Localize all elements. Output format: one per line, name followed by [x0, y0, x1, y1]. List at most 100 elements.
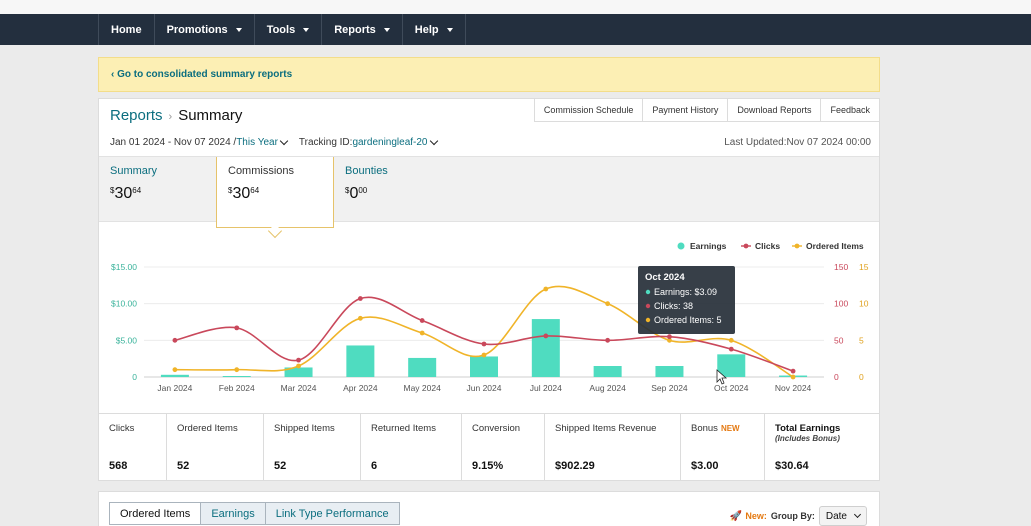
tab-bounties[interactable]: Bounties $000	[334, 157, 444, 223]
x-axis-label: Apr 2024	[343, 383, 378, 393]
tab-link-type-performance[interactable]: Link Type Performance	[265, 502, 400, 525]
stat-label: Clicks	[109, 423, 135, 434]
legend-clicks-marker	[743, 243, 749, 249]
group-by-value: Date	[825, 510, 847, 522]
tab-commissions[interactable]: Commissions $3064	[216, 157, 334, 228]
window-top-strip	[0, 0, 1031, 14]
tooltip-line: Earnings: $3.09	[654, 287, 717, 297]
chevron-down-icon	[853, 510, 862, 519]
ordered-items-point	[296, 363, 301, 369]
stat-value: $3.00	[691, 460, 719, 472]
y-right-clicks-tick: 50	[834, 335, 844, 345]
stat-total-earnings: Total Earnings (Includes Bonus) $30.64	[765, 414, 877, 481]
stat-conversion: Conversion 9.15%	[462, 414, 545, 481]
y-right-clicks-tick: 0	[834, 372, 839, 382]
x-axis-label: Oct 2024	[714, 383, 749, 393]
nav-tools-label: Tools	[266, 23, 296, 36]
stat-shipped-items-revenue: Shipped Items Revenue $902.29	[545, 414, 681, 481]
nav-promotions-label: Promotions	[166, 23, 228, 36]
nav-reports[interactable]: Reports	[321, 14, 402, 45]
stat-label: Shipped Items Revenue	[555, 423, 657, 434]
y-right-ordered-tick: 15	[859, 262, 869, 272]
stat-label: Ordered Items	[177, 423, 238, 434]
tab-summary-value: $3064	[110, 185, 142, 202]
earnings-bar	[593, 366, 622, 377]
y-left-tick: 0	[132, 372, 137, 382]
new-badge: NEW	[720, 424, 740, 433]
top-navigation: Home Promotions Tools Reports Help	[0, 14, 1031, 45]
group-by-control: 🚀 New: Group By: Date	[730, 506, 867, 526]
nav-home[interactable]: Home	[98, 14, 154, 45]
report-table-card: Ordered Items Earnings Link Type Perform…	[98, 491, 880, 526]
nav-tools[interactable]: Tools	[253, 14, 322, 45]
ordered-items-point	[728, 337, 734, 343]
clicks-point	[234, 325, 240, 331]
breadcrumb-separator: ›	[168, 111, 173, 123]
tab-bounties-value: $000	[345, 185, 368, 202]
earnings-bar	[470, 356, 498, 377]
last-updated: Last Updated:Nov 07 2024 00:00	[724, 137, 871, 148]
ordered-items-point	[790, 374, 796, 380]
ordered-items-point	[357, 315, 363, 321]
tab-earnings[interactable]: Earnings	[201, 502, 266, 525]
commission-schedule-link[interactable]: Commission Schedule	[533, 98, 643, 122]
clicks-point	[790, 368, 796, 374]
breadcrumb-reports-link[interactable]: Reports	[110, 107, 163, 124]
consolidated-summary-link[interactable]: ‹ Go to consolidated summary reports	[111, 69, 292, 80]
tab-summary[interactable]: Summary $3064	[99, 157, 216, 223]
ordered-items-point	[481, 352, 487, 358]
nav-home-label: Home	[111, 23, 142, 36]
y-left-tick: $10.00	[111, 299, 137, 309]
clicks-point	[543, 333, 549, 339]
new-label: New:	[745, 511, 767, 521]
x-axis-label: Jun 2024	[467, 383, 502, 393]
x-axis-label: Aug 2024	[589, 383, 626, 393]
ordered-items-point	[605, 301, 611, 307]
stat-value: $30.64	[775, 460, 809, 472]
chevron-down-icon[interactable]	[279, 136, 289, 146]
stat-label: Conversion	[472, 423, 521, 434]
caret-down-icon	[235, 27, 242, 32]
stat-shipped-items: Shipped Items 52	[264, 414, 361, 481]
stat-label: Bonus NEW	[691, 423, 740, 434]
legend-earnings-marker	[677, 242, 685, 250]
chevron-down-icon[interactable]	[429, 136, 438, 146]
tooltip-line: Ordered Items: 5	[654, 315, 722, 325]
nav-help[interactable]: Help	[401, 14, 466, 45]
payment-history-link[interactable]: Payment History	[642, 98, 728, 122]
earnings-chart: $15.00$10.00$5.000150100500151050Jan 202…	[111, 241, 869, 393]
stat-label: Total Earnings	[775, 423, 841, 434]
tracking-id-selector[interactable]: gardeningleaf-20	[352, 137, 427, 148]
caret-down-icon	[446, 27, 453, 32]
stat-value: 9.15%	[472, 460, 504, 472]
tracking-label: Tracking ID:	[298, 137, 353, 148]
clicks-point	[728, 346, 734, 352]
y-right-clicks-tick: 100	[834, 299, 848, 309]
clicks-point	[481, 341, 487, 347]
filter-row: Jan 01 2024 - Nov 07 2024 / This Year Tr…	[110, 136, 443, 148]
download-reports-link[interactable]: Download Reports	[727, 98, 821, 122]
y-right-ordered-tick: 10	[859, 299, 869, 309]
group-by-select[interactable]: Date	[818, 506, 867, 526]
rocket-icon: 🚀	[729, 510, 743, 522]
tab-ordered-items[interactable]: Ordered Items	[109, 502, 202, 525]
earnings-bar	[160, 374, 189, 377]
x-axis-label: Feb 2024	[219, 383, 255, 393]
ordered-items-point	[419, 330, 425, 336]
stat-returned-items: Returned Items 6	[361, 414, 462, 481]
caret-down-icon	[303, 27, 310, 32]
feedback-link[interactable]: Feedback	[820, 98, 880, 122]
clicks-point	[172, 337, 178, 343]
tooltip-marker	[645, 303, 651, 309]
earnings-bar	[408, 357, 437, 377]
summary-tabs: Summary $3064 Commissions $3064 Bounties…	[99, 156, 879, 228]
tab-commissions-label: Commissions	[228, 165, 295, 177]
period-selector[interactable]: This Year	[236, 137, 278, 148]
y-right-ordered-tick: 0	[859, 372, 864, 382]
legend-clicks: Clicks	[755, 241, 780, 251]
x-axis-label: Sep 2024	[651, 383, 688, 393]
nav-promotions[interactable]: Promotions	[153, 14, 254, 45]
consolidated-summary-banner: ‹ Go to consolidated summary reports	[98, 57, 880, 92]
stat-value: $902.29	[555, 460, 595, 472]
tooltip-marker	[645, 317, 651, 323]
